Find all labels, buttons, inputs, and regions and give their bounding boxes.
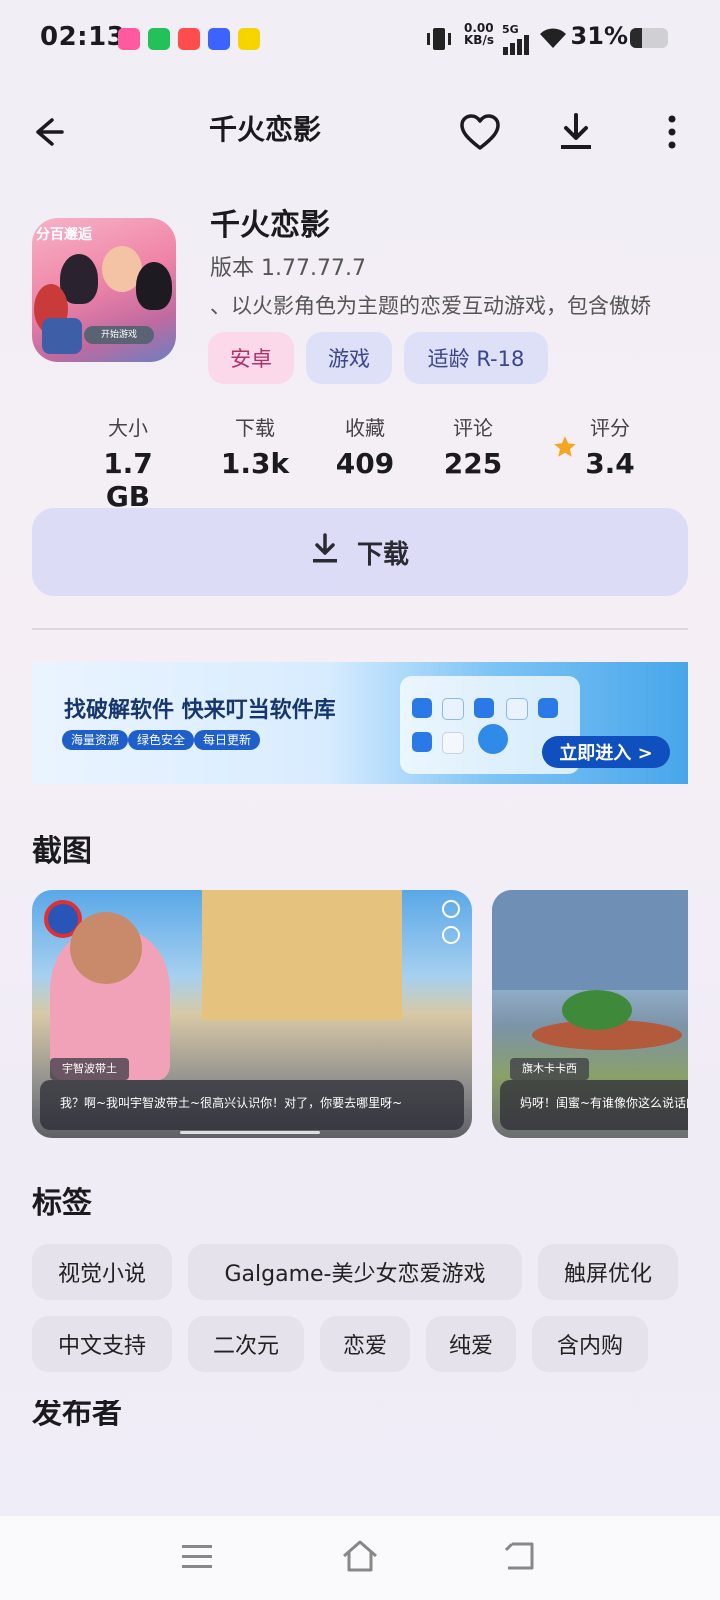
app-version: 版本 1.77.77.7 [210,256,366,281]
app-name: 千火恋影 [210,208,330,243]
divider [32,628,688,630]
system-nav-bar [0,1516,720,1600]
tags-title: 标签 [32,1186,92,1221]
wechat-icon [148,28,170,50]
tag-item[interactable]: 恋爱 [320,1316,410,1372]
download-button-label: 下载 [356,539,409,570]
app-notification-icon [238,28,260,50]
signal-icon: 5G [502,24,532,59]
video-app-icon [178,28,200,50]
menu-circle-icon [442,926,460,944]
status-time: 02:13 [40,22,126,52]
status-bar: 02:13 0.00 KB/s 5G 31% [0,0,720,80]
tag-item[interactable]: 含内购 [532,1316,648,1372]
doraemon-icon [478,724,508,754]
network-speed: 0.00 KB/s [464,21,494,47]
screenshot-1[interactable]: 宇智波带土 我？啊~我叫宇智波带土~很高兴认识你！对了，你要去哪里呀~ [32,890,472,1138]
download-icon[interactable] [552,108,600,156]
tag-item[interactable]: Galgame-美少女恋爱游戏 [188,1244,522,1300]
banner-enter-button[interactable]: 立即进入 > [542,736,670,768]
banner-title: 找破解软件 快来叮当软件库 [64,698,336,723]
chip-age-rating[interactable]: 适龄 R-18 [404,332,548,384]
tag-item[interactable]: 视觉小说 [32,1244,172,1300]
screenshot-2[interactable]: 旗木卡卡西 妈呀！闺蜜~有谁像你这么说话的 [492,890,688,1138]
vivo-icon [208,28,230,50]
promo-banner[interactable]: 找破解软件 快来叮当软件库 海量资源 绿色安全 每日更新 立即进入 > [32,662,688,784]
stat-downloads: 下载 1.3k [220,416,290,480]
app-description: 以火影角色为主题的恋爱互动游戏，包含傲娇、 [210,294,651,318]
menu-circle-icon [442,900,460,918]
tag-item[interactable]: 纯爱 [426,1316,516,1372]
page-title: 千火恋影 [208,113,321,146]
publisher-title-clip: 发布者 [32,1400,332,1430]
screenshots-title: 截图 [32,834,92,869]
tag-item[interactable]: 二次元 [188,1316,304,1372]
tag-item[interactable]: 触屏优化 [538,1244,678,1300]
dialog-text: 我？啊~我叫宇智波带土~很高兴认识你！对了，你要去哪里呀~ [40,1080,464,1130]
speaker-name: 宇智波带土 [50,1058,129,1080]
bilibili-icon [118,28,140,50]
tag-item[interactable]: 中文支持 [32,1316,172,1372]
stat-size: 大小 1.7 GB [103,416,153,513]
speaker-name: 旗木卡卡西 [510,1058,589,1080]
menu-icon[interactable] [180,1542,214,1576]
scroll-indicator [180,1131,320,1134]
stat-rating: 评分 3.4 [585,416,635,480]
heart-icon[interactable] [456,108,504,156]
publisher-title: 发布者 [32,1400,122,1430]
chip-category[interactable]: 游戏 [306,332,392,384]
back-icon[interactable] [502,1540,538,1576]
banner-pill: 海量资源 [62,730,129,750]
chip-platform[interactable]: 安卓 [208,332,294,384]
battery-icon [630,28,668,48]
app-icon: 分百邂逅 开始游戏 [32,218,176,362]
banner-pill: 绿色安全 [128,730,195,750]
stat-comments: 评论 225 [443,416,503,480]
wifi-icon [538,26,568,54]
banner-pill: 每日更新 [194,730,261,750]
home-icon[interactable] [340,1538,380,1578]
download-button-icon [311,532,339,572]
battery-percent: 31% [570,22,628,50]
more-vertical-icon[interactable] [648,108,696,156]
dialog-text: 妈呀！闺蜜~有谁像你这么说话的 [500,1080,688,1130]
download-button[interactable]: 下载 [32,508,688,596]
vibrate-icon [424,26,454,52]
stat-favorites: 收藏 409 [335,416,395,480]
